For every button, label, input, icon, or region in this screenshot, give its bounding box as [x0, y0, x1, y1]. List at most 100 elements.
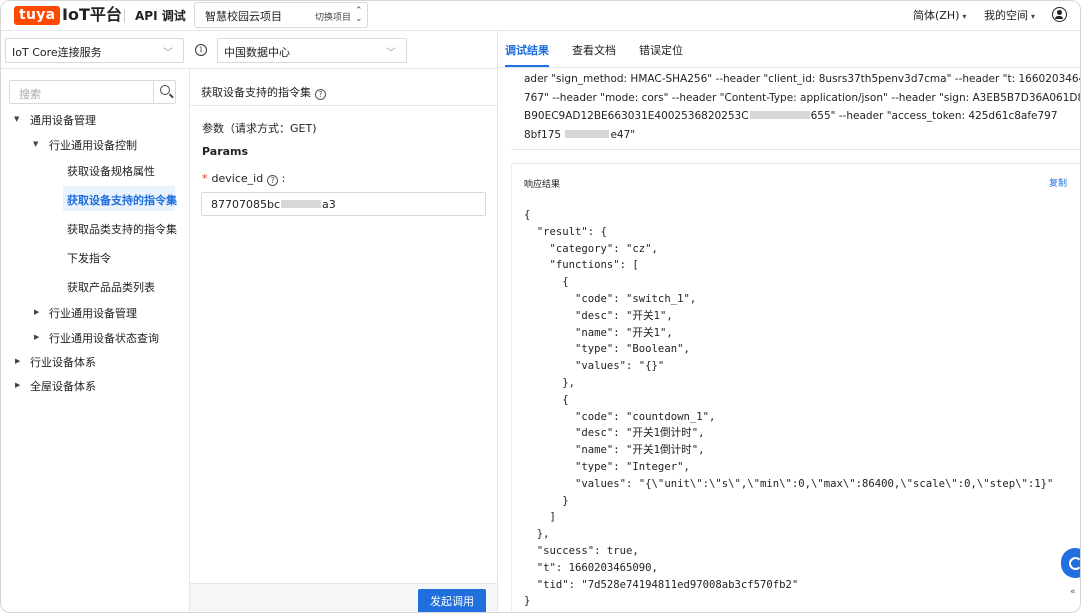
api-title: 获取设备支持的指令集? [201, 84, 326, 100]
request-line: 767" --header "mode: cors" --header "Con… [524, 92, 1081, 104]
response-json-line: "category": "cz", [524, 242, 658, 255]
response-json-line: "desc": "开关1", [524, 309, 673, 322]
divider [124, 9, 125, 23]
response-json-line: "values": "{\"unit\":\"s\",\"min\":0,\"m… [524, 477, 1054, 490]
caret-down-icon: ▾ [1031, 12, 1036, 21]
response-json-line: { [524, 209, 531, 221]
tab-error-locate[interactable]: 错误定位 [639, 42, 683, 58]
help-question-icon[interactable]: ? [315, 89, 326, 100]
result-tabs: 调试结果 查看文档 错误定位 [498, 31, 1080, 68]
device-id-suffix: a3 [322, 198, 336, 211]
response-json-line: "desc": "开关1倒计时", [524, 427, 705, 440]
app-window: tuya IoT平台 API 调试 智慧校园云项目 切换项目 ⌃ ⌄ 简体(ZH)… [0, 0, 1081, 613]
top-bar: tuya IoT平台 API 调试 智慧校园云项目 切换项目 ⌃ ⌄ 简体(ZH)… [1, 1, 1080, 31]
response-json-line: ] [524, 511, 556, 524]
tree-item-industry-system[interactable]: 行业设备体系 [30, 354, 96, 370]
response-json-line: "type": "Boolean", [524, 343, 690, 356]
search-box: 搜索 [9, 80, 176, 104]
chevron-down-icon: ﹀ [163, 48, 173, 59]
copy-button[interactable]: 复制 [1049, 176, 1067, 189]
tab-debug-result[interactable]: 调试结果 [505, 42, 549, 58]
request-line: B90EC9AD12BE663031E4002536820253C 655" --… [524, 110, 1058, 122]
response-json-line: "values": "{}" [524, 360, 665, 373]
tree-leaf-send-command[interactable]: 下发指令 [67, 250, 111, 266]
caret-down-icon: ▾ [962, 12, 967, 21]
caret-right-icon[interactable]: ▶ [15, 381, 20, 389]
tab-view-docs[interactable]: 查看文档 [572, 42, 616, 58]
device-id-label-text: device_id [211, 172, 264, 185]
device-id-prefix: 87707085bc [211, 198, 281, 211]
request-line-part: 8bf175 [524, 129, 562, 141]
device-id-input[interactable]: 87707085bc a3 [201, 192, 486, 216]
caret-right-icon[interactable]: ▶ [34, 333, 39, 341]
search-button[interactable] [153, 81, 176, 103]
tree-item-industry-mgmt[interactable]: 行业通用设备管理 [49, 305, 137, 321]
project-selector[interactable]: 智慧校园云项目 切换项目 ⌃ ⌄ [194, 2, 368, 28]
divider [1, 68, 498, 69]
response-json-line: } [524, 595, 531, 608]
service-select-value: IoT Core连接服务 [12, 46, 102, 59]
tree-leaf-device-instructions[interactable]: 获取设备支持的指令集 [67, 192, 177, 208]
device-id-label: * device_id? : [202, 172, 286, 186]
divider [189, 68, 190, 612]
active-tab-indicator [505, 65, 549, 67]
help-chat-icon[interactable] [1061, 548, 1080, 578]
device-id-value: 87707085bc a3 [211, 198, 336, 211]
response-json-line: "t": 1660203465090, [524, 561, 658, 574]
chevron-down-icon: ﹀ [386, 48, 396, 59]
send-request-button[interactable]: 发起调用 [418, 589, 486, 612]
redaction-mask [281, 200, 322, 208]
caret-right-icon[interactable]: ▶ [34, 308, 39, 316]
response-json-line: }, [524, 376, 576, 389]
response-json-line: }, [524, 528, 550, 541]
tree-leaf-category-instructions[interactable]: 获取品类支持的指令集 [67, 221, 177, 237]
response-json-line: "name": "开关1", [524, 326, 673, 339]
info-icon[interactable]: i [195, 44, 207, 56]
switch-project-label: 切换项目 [315, 13, 352, 23]
required-asterisk: * [202, 172, 208, 185]
redaction-mask [749, 111, 810, 119]
project-name: 智慧校园云项目 [205, 10, 282, 23]
api-title-text: 获取设备支持的指令集 [201, 86, 311, 99]
request-line-part: B90EC9AD12BE663031E4002536820253C [524, 110, 749, 122]
tree-leaf-product-categories[interactable]: 获取产品品类列表 [67, 279, 155, 295]
datacenter-select-value: 中国数据中心 [224, 46, 290, 59]
response-json: { "result": { "category": "cz", "functio… [524, 207, 1053, 610]
language-selector[interactable]: 简体(ZH) ▾ [913, 7, 966, 23]
help-question-icon[interactable]: ? [267, 175, 279, 186]
response-json-line: "name": "开关1倒计时", [524, 444, 705, 457]
tree-item-industry-control[interactable]: 行业通用设备控制 [49, 137, 137, 153]
params-label: Params [202, 145, 249, 158]
caret-right-icon[interactable]: ▶ [15, 357, 20, 365]
my-space-label: 我的空间 [984, 9, 1028, 22]
my-space-menu[interactable]: 我的空间 ▾ [984, 7, 1035, 23]
response-json-line: "code": "switch_1", [524, 292, 697, 305]
request-command-box: ader "sign_method: HMAC-SHA256" --header… [511, 68, 1081, 150]
page-title: API 调试 [135, 9, 186, 23]
tree-item-home-system[interactable]: 全屋设备体系 [30, 378, 96, 394]
caret-down-icon[interactable]: ▼ [14, 115, 19, 123]
redaction-mask [565, 130, 610, 138]
response-json-line: "result": { [524, 225, 607, 238]
response-json-line: "type": "Integer", [524, 460, 690, 473]
search-input[interactable]: 搜索 [19, 86, 41, 102]
response-header: 响应结果 [524, 180, 561, 190]
service-select[interactable]: IoT Core连接服务 ﹀ [5, 38, 184, 63]
tree-item-general-device-mgmt[interactable]: 通用设备管理 [30, 112, 96, 128]
brand-title: IoT平台 [62, 5, 122, 24]
divider [497, 31, 498, 612]
response-json-line: } [524, 494, 569, 507]
tree-leaf-device-spec[interactable]: 获取设备规格属性 [67, 163, 155, 179]
tree-item-industry-status[interactable]: 行业通用设备状态查询 [49, 330, 159, 346]
caret-down-icon[interactable]: ▼ [33, 140, 38, 148]
up-down-icon: ⌃ ⌄ [355, 6, 363, 24]
user-avatar-icon[interactable] [1052, 7, 1067, 22]
collapse-arrows-icon[interactable]: « [1070, 587, 1076, 597]
language-label: 简体(ZH) [913, 9, 960, 22]
datacenter-select[interactable]: 中国数据中心 ﹀ [217, 38, 407, 63]
tuya-logo[interactable]: tuya [14, 6, 61, 25]
request-line-part: 655" --header "access_token: 425d61c8afe… [810, 110, 1058, 122]
response-json-line: "success": true, [524, 544, 639, 557]
param-method-header: 参数（请求方式：GET) [202, 122, 317, 135]
request-line: 8bf175 e47" [524, 129, 635, 141]
